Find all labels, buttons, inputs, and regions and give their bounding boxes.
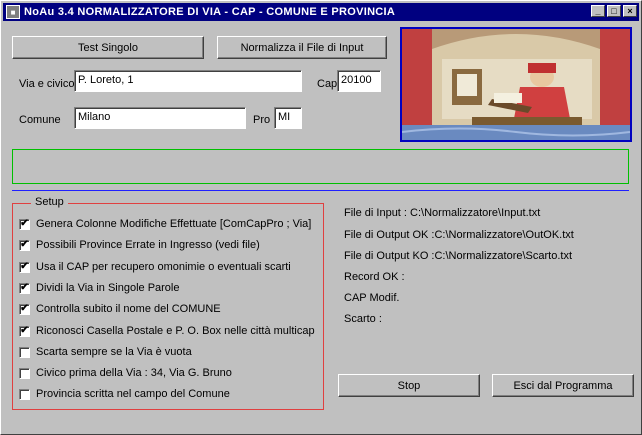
option-label: Provincia scritta nel campo del Comune (36, 388, 230, 400)
option-label: Dividi la Via in Singole Parole (36, 282, 180, 294)
checkbox[interactable]: ✔ (19, 303, 30, 315)
cap-input[interactable]: 20100 (337, 70, 381, 92)
window-title: NoAu 3.4 NORMALIZZATORE DI VIA - CAP - C… (24, 6, 396, 18)
option-label: Scarta sempre se la Via è vuota (36, 346, 192, 358)
cap-modif-info: CAP Modif. (344, 292, 400, 304)
via-input[interactable]: P. Loreto, 1 (74, 70, 302, 92)
option-label: Possibili Province Errate in Ingresso (v… (36, 239, 260, 251)
title-bar-buttons: _ □ × (591, 5, 637, 17)
close-button[interactable]: × (623, 5, 637, 17)
output-ko-info: File di Output KO :C:\Normalizzatore\Sca… (344, 250, 573, 262)
option-label: Civico prima della Via : 34, Via G. Brun… (36, 367, 232, 379)
option-scarta-via-vuota[interactable]: Scarta sempre se la Via è vuota (19, 346, 192, 358)
exit-button[interactable]: Esci dal Programma (492, 374, 634, 397)
scribe-illustration (400, 27, 632, 142)
option-genera-colonne[interactable]: ✔ Genera Colonne Modifiche Effettuate [C… (19, 218, 311, 230)
status-panel (12, 149, 629, 184)
maximize-button[interactable]: □ (607, 5, 621, 17)
checkbox[interactable]: ✔ (19, 218, 30, 230)
setup-group: Setup ✔ Genera Colonne Modifiche Effettu… (12, 196, 324, 410)
stop-button[interactable]: Stop (338, 374, 480, 397)
comune-label: Comune (19, 114, 61, 126)
option-controlla-comune[interactable]: ✔ Controlla subito il nome del COMUNE (19, 303, 221, 315)
app-icon: ■ (6, 5, 20, 19)
via-label: Via e civico (19, 78, 75, 90)
title-bar[interactable]: ■ NoAu 3.4 NORMALIZZATORE DI VIA - CAP -… (3, 3, 639, 21)
option-label: Usa il CAP per recupero omonimie o event… (36, 261, 291, 273)
horizontal-separator (12, 190, 629, 191)
option-casella-postale[interactable]: ✔ Riconosci Casella Postale e P. O. Box … (19, 325, 315, 337)
checkbox[interactable]: ✔ (19, 239, 30, 251)
option-province-errate[interactable]: ✔ Possibili Province Errate in Ingresso … (19, 239, 260, 251)
minimize-button[interactable]: _ (591, 5, 605, 17)
option-provincia-in-comune[interactable]: Provincia scritta nel campo del Comune (19, 388, 230, 400)
option-label: Controlla subito il nome del COMUNE (36, 303, 221, 315)
cap-label: Cap (317, 78, 338, 90)
option-label: Riconosci Casella Postale e P. O. Box ne… (36, 325, 315, 337)
checkbox[interactable]: ✔ (19, 261, 30, 273)
option-usa-cap[interactable]: ✔ Usa il CAP per recupero omonimie o eve… (19, 261, 291, 273)
input-file-info: File di Input : C:\Normalizzatore\Input.… (344, 207, 541, 219)
checkbox[interactable]: ✔ (19, 282, 30, 294)
checkbox[interactable]: ✔ (19, 325, 30, 337)
output-ok-info: File di Output OK :C:\Normalizzatore\Out… (344, 229, 574, 241)
provincia-label: Pro (253, 114, 271, 126)
checkbox[interactable] (19, 388, 30, 400)
normalizza-file-button[interactable]: Normalizza il File di Input (217, 36, 387, 59)
comune-input[interactable]: Milano (74, 107, 246, 129)
record-ok-info: Record OK : (344, 271, 405, 283)
checkbox[interactable] (19, 346, 30, 358)
option-dividi-via[interactable]: ✔ Dividi la Via in Singole Parole (19, 282, 180, 294)
setup-legend: Setup (31, 196, 68, 208)
option-civico-prima[interactable]: Civico prima della Via : 34, Via G. Brun… (19, 367, 232, 379)
scarto-info: Scarto : (344, 313, 382, 325)
option-label: Genera Colonne Modifiche Effettuate [Com… (36, 218, 312, 230)
test-singolo-button[interactable]: Test Singolo (12, 36, 204, 59)
provincia-input[interactable]: MI (274, 107, 302, 129)
scribe-illustration-drawing (402, 29, 630, 140)
main-window: ■ NoAu 3.4 NORMALIZZATORE DI VIA - CAP -… (0, 0, 642, 435)
checkbox[interactable] (19, 367, 30, 379)
